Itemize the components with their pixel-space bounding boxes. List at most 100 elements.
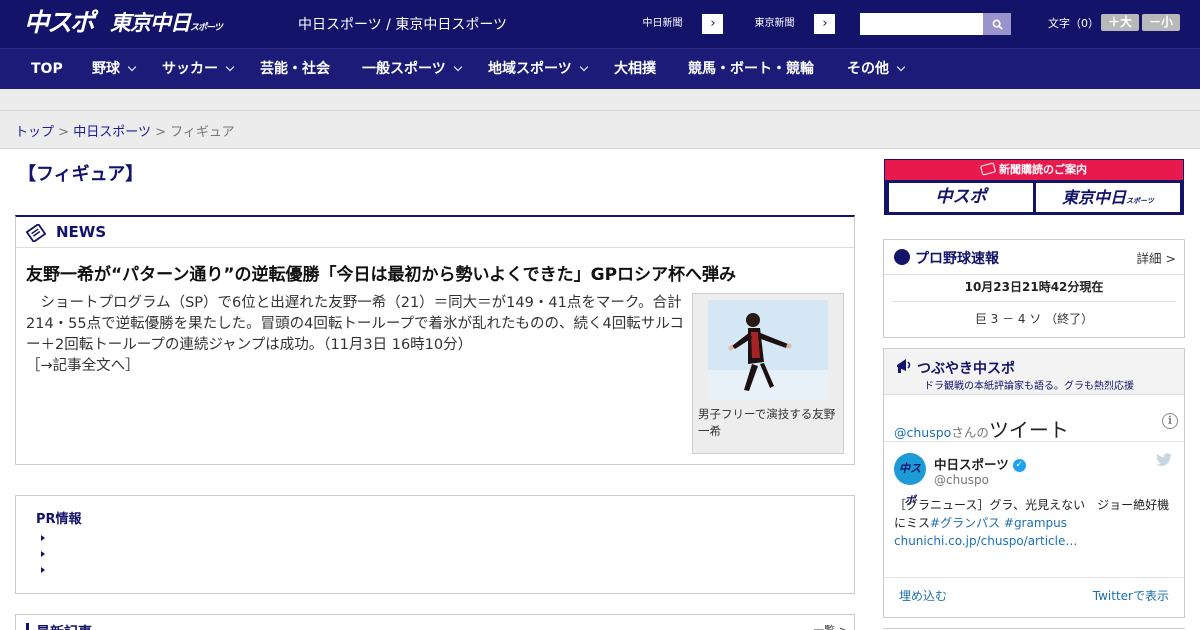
nav-item-label: 地域スポーツ (488, 61, 572, 77)
subscription-heading-text: 新聞購読のご案内 (999, 163, 1087, 176)
news-header: NEWS (16, 217, 854, 248)
nav-item-label: 競馬・ボート・競輪 (688, 61, 814, 77)
latest-articles-section: 最新記事 一覧 > (15, 614, 855, 630)
logo-chuspo[interactable]: 中スポ (24, 8, 95, 38)
chevron-right-icon: › (822, 16, 828, 31)
read-more-link[interactable]: ［→記事全文へ］ (26, 358, 140, 374)
megaphone-icon (897, 359, 911, 373)
font-smaller-button[interactable]: －小 (1142, 14, 1180, 31)
tweet-author-name[interactable]: 中日スポーツ ✓ (934, 454, 1026, 473)
news-body-text: ショートプログラム（SP）で6位と出遅れた友野一希（21）＝同大＝が149・41… (26, 295, 684, 353)
page-title: 【フィギュア】 (18, 164, 144, 185)
logo-tokyo-text: 東京中日 (110, 11, 191, 35)
news-headline[interactable]: 友野一希が“パターン通り”の逆転優勝「今日は最初から勢いよくできた」GPロシア杯… (26, 260, 736, 285)
site-title: 中日スポーツ / 東京中日スポーツ (298, 17, 508, 33)
avatar[interactable]: 中スポ (894, 453, 926, 507)
nav-item-other[interactable]: その他 (847, 49, 906, 89)
search-input[interactable] (860, 13, 984, 35)
view-on-twitter-link[interactable]: Twitterで表示 (1093, 587, 1169, 604)
font-size-label: 文字（0） (1048, 17, 1099, 30)
breadcrumb-current: フィギュア (170, 125, 235, 140)
newspaper-icon (26, 224, 46, 242)
logo-tokyo-chunichi[interactable]: 東京中日スポーツ (110, 10, 223, 41)
tweets-word: ツイート (988, 418, 1069, 442)
nav-item-entertainment[interactable]: 芸能・社会 (260, 49, 330, 89)
twitter-widget: つぶやき中スポ ドラ観戦の本紙評論家も語る。グラも熱烈応援 @chuspoさんの… (883, 348, 1185, 618)
news-section: NEWS 友野一希が“パターン通り”の逆転優勝「今日は最初から勢いよくできた」G… (15, 215, 855, 465)
chevron-right-icon: › (710, 16, 716, 31)
nav-item-local-sports[interactable]: 地域スポーツ (488, 49, 588, 89)
search-button[interactable] (983, 13, 1011, 35)
nav-item-label: TOP (31, 61, 63, 77)
nav-item-sumo[interactable]: 大相撲 (614, 49, 656, 89)
ext-link-label: 東京新聞 (735, 14, 815, 34)
logo-tokyo-small: スポーツ (190, 23, 223, 33)
baseball-detail-link[interactable]: 詳細 > (1137, 248, 1176, 267)
nav-item-top[interactable]: TOP (31, 49, 63, 89)
ext-link-label: 中日新聞 (623, 14, 703, 34)
breadcrumb: トップ > 中日スポーツ > フィギュア (15, 121, 235, 140)
subscription-logo-tokyo-text: 東京中日 (1062, 188, 1127, 207)
divider (884, 441, 1184, 442)
subscription-heading: 新聞購読のご案内 (885, 160, 1183, 180)
baseball-scores-widget: プロ野球速報 詳細 > 10月23日21時42分現在 巨 3 － 4 ソ （終了… (883, 239, 1185, 338)
latest-articles-more-link[interactable]: 一覧 > (813, 622, 848, 630)
tweet-link[interactable]: chunichi.co.jp/chuspo/article… (894, 534, 1077, 548)
pr-item-bullet[interactable] (41, 535, 45, 541)
tokyo-shimbun-link[interactable]: 東京新聞 › (734, 13, 836, 35)
tweet-text: ［グラニュース］グラ、光見えない ジョー絶好機にミス#グランパス #grampu… (894, 496, 1176, 550)
news-label: NEWS (56, 223, 107, 241)
baseball-header: プロ野球速報 詳細 > (884, 240, 1184, 275)
baseball-score: 巨 3 － 4 ソ （終了） (974, 312, 1094, 326)
embed-link[interactable]: 埋め込む (899, 587, 947, 604)
pr-item-bullet[interactable] (41, 551, 45, 557)
baseball-title: プロ野球速報 (915, 251, 999, 267)
breadcrumb-top[interactable]: トップ (15, 125, 54, 140)
twitter-handle: @chuspo (894, 425, 952, 440)
latest-articles-title: 最新記事 (36, 622, 92, 630)
news-photo-card: 男子フリーで演技する友野一希 (692, 293, 844, 454)
subscription-logo-tokyo[interactable]: 東京中日スポーツ (1036, 183, 1180, 212)
twitter-bird-icon[interactable] (1156, 453, 1172, 467)
chevron-down-icon (896, 62, 906, 72)
pr-section: PR情報 (15, 495, 855, 594)
nav-item-label: サッカー (162, 61, 218, 77)
twitter-widget-header: つぶやき中スポ ドラ観戦の本紙評論家も語る。グラも熱烈応援 (884, 349, 1184, 395)
nav-item-racing[interactable]: 競馬・ボート・競輪 (688, 49, 814, 89)
subscription-logo-tokyo-small: スポーツ (1126, 197, 1154, 205)
photo-caption: 男子フリーで演技する友野一希 (698, 407, 836, 438)
chevron-down-icon (579, 62, 588, 72)
nav-item-soccer[interactable]: サッカー (162, 49, 235, 89)
info-icon[interactable]: i (1162, 413, 1178, 429)
section-accent-bar (26, 623, 29, 630)
twitter-timeline-title[interactable]: @chuspoさんのツイート (894, 414, 1069, 443)
divider (884, 577, 1184, 578)
baseball-updated-time: 10月23日21時42分現在 (964, 280, 1104, 294)
tweet-hashtags[interactable]: #グランパス #grampus (930, 516, 1067, 530)
chevron-down-icon (127, 62, 137, 72)
news-photo[interactable] (708, 300, 828, 400)
breadcrumb-chunichi-sports[interactable]: 中日スポーツ (73, 125, 151, 140)
nav-item-general-sports[interactable]: 一般スポーツ (362, 49, 462, 89)
nav-item-baseball[interactable]: 野球 (92, 49, 137, 89)
sub-nav-strip (0, 89, 1200, 111)
chevron-down-icon (225, 62, 235, 72)
breadcrumb-separator: > (58, 125, 70, 140)
nav-item-label: 芸能・社会 (260, 61, 330, 77)
ticket-icon (979, 162, 997, 176)
skater-image (708, 300, 828, 400)
search-icon (992, 19, 1003, 30)
breadcrumb-separator: > (155, 125, 166, 140)
tweet-author-handle[interactable]: @chuspo (934, 473, 989, 487)
breadcrumb-bar: トップ > 中日スポーツ > フィギュア (0, 111, 1200, 149)
news-summary: ショートプログラム（SP）で6位と出遅れた友野一希（21）＝同大＝が149・41… (26, 293, 684, 377)
verified-icon: ✓ (1012, 459, 1026, 472)
pr-title: PR情報 (36, 512, 82, 527)
twitter-widget-title: つぶやき中スポ (917, 361, 1015, 377)
chunichi-shimbun-link[interactable]: 中日新聞 › (622, 13, 724, 35)
pr-item-bullet[interactable] (41, 567, 45, 573)
subscription-logo-chuspo[interactable]: 中スポ (889, 183, 1033, 212)
nav-item-label: その他 (847, 61, 889, 77)
font-bigger-button[interactable]: ＋大 (1101, 14, 1139, 31)
subscription-banner[interactable]: 新聞購読のご案内 中スポ 東京中日スポーツ (884, 159, 1184, 215)
